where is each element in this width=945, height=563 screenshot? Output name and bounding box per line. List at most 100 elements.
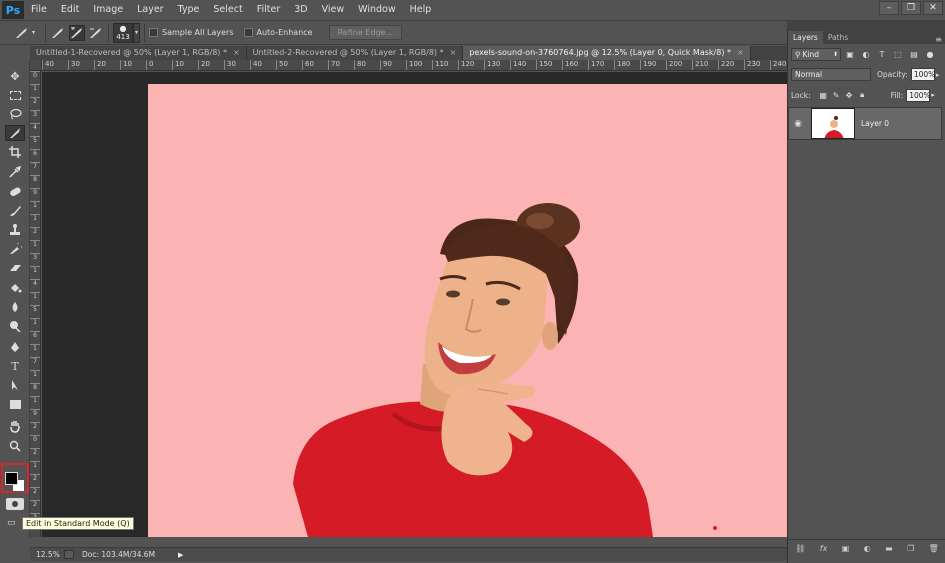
- opacity-input[interactable]: 100%: [910, 68, 935, 81]
- layer-name[interactable]: Layer 0: [861, 119, 889, 128]
- move-tool-icon[interactable]: ✥: [5, 68, 25, 84]
- ruler-tick-label: 1: [30, 396, 40, 404]
- sample-all-layers-checkbox[interactable]: Sample All Layers: [149, 28, 234, 37]
- add-to-selection-brush-icon[interactable]: [69, 24, 86, 41]
- brush-size-picker[interactable]: ● 413: [113, 22, 134, 43]
- healing-brush-tool-icon[interactable]: [5, 184, 25, 200]
- checkbox-box[interactable]: [243, 28, 253, 37]
- dodge-tool-icon[interactable]: [5, 318, 25, 334]
- adjustment-filter-icon[interactable]: ◐: [859, 48, 873, 60]
- pen-tool-icon[interactable]: [5, 339, 25, 355]
- panel-menu-icon[interactable]: ≡: [935, 35, 942, 44]
- ruler-tick-label: 1: [30, 344, 40, 352]
- brush-tool-icon[interactable]: [5, 203, 25, 219]
- vertical-ruler[interactable]: 01234567891121314151617181920212223: [30, 71, 41, 537]
- document-canvas[interactable]: [148, 84, 787, 537]
- foreground-color-swatch[interactable]: [5, 472, 18, 485]
- visibility-eye-icon[interactable]: ◉: [789, 119, 807, 129]
- ruler-tick-label: 9: [30, 409, 40, 417]
- fill-input[interactable]: 100%: [906, 88, 931, 102]
- fill-dropdown-icon[interactable]: ▸: [931, 91, 935, 99]
- horizontal-ruler[interactable]: 40 30 20 10 0 10 20 30 40 50 60 70 80 90 100 110 120 130 1…: [42, 60, 787, 71]
- subtract-from-selection-brush-icon[interactable]: [88, 25, 104, 41]
- new-group-icon[interactable]: ▬: [885, 544, 893, 553]
- tab-paths[interactable]: Paths: [823, 31, 853, 44]
- tab-pexels-image[interactable]: pexels-sound-on-3760764.jpg @ 12.5% (Lay…: [463, 46, 751, 60]
- kind-filter-select[interactable]: ⚲ Kind ⬍: [791, 47, 841, 61]
- quick-mask-mode-button[interactable]: [6, 498, 24, 510]
- zoom-tool-icon[interactable]: [5, 438, 25, 454]
- status-share-icon[interactable]: [64, 550, 74, 559]
- layer-thumbnail[interactable]: [811, 108, 855, 139]
- add-mask-icon[interactable]: ▣: [842, 544, 850, 553]
- zoom-level[interactable]: 12.5%: [30, 550, 62, 559]
- blend-mode-select[interactable]: Normal: [791, 68, 871, 81]
- menu-3d[interactable]: 3D: [287, 0, 314, 20]
- menu-filter[interactable]: Filter: [250, 0, 288, 20]
- blur-tool-icon[interactable]: [5, 299, 25, 315]
- tab-layers[interactable]: Layers: [788, 31, 823, 44]
- close-button[interactable]: ✕: [923, 1, 943, 15]
- canvas-area[interactable]: [42, 72, 787, 537]
- adjustment-layer-icon[interactable]: ◐: [864, 544, 871, 553]
- pixel-filter-icon[interactable]: ▣: [843, 48, 857, 60]
- checkbox-box[interactable]: [149, 28, 159, 37]
- opacity-dropdown-icon[interactable]: ▸: [936, 71, 940, 79]
- menu-help[interactable]: Help: [403, 0, 439, 20]
- new-selection-brush-icon[interactable]: [50, 25, 66, 41]
- clone-stamp-tool-icon[interactable]: [5, 222, 25, 238]
- close-tab-icon[interactable]: ×: [233, 48, 240, 57]
- link-layers-icon[interactable]: ⛓: [795, 544, 805, 553]
- type-tool-icon[interactable]: T: [5, 358, 25, 374]
- ruler-tick-label: 120: [458, 60, 474, 70]
- ruler-tick-label: 170: [588, 60, 604, 70]
- auto-enhance-checkbox[interactable]: Auto-Enhance: [243, 28, 313, 37]
- shape-filter-icon[interactable]: ⬚: [891, 48, 905, 60]
- menu-edit[interactable]: Edit: [54, 0, 86, 20]
- menu-window[interactable]: Window: [351, 0, 402, 20]
- layer-style-fx-icon[interactable]: fx: [820, 544, 828, 553]
- lasso-tool-icon[interactable]: [5, 106, 25, 122]
- new-layer-icon[interactable]: ❐: [907, 544, 914, 553]
- menu-file[interactable]: File: [24, 0, 54, 20]
- filter-toggle-icon[interactable]: ●: [923, 48, 937, 60]
- path-selection-tool-icon[interactable]: [5, 377, 25, 393]
- status-menu-arrow-icon[interactable]: ▶: [178, 551, 183, 559]
- tool-preset-icon[interactable]: [14, 25, 30, 41]
- restore-button[interactable]: ❐: [901, 1, 921, 15]
- close-tab-icon[interactable]: ×: [450, 48, 457, 57]
- lock-transparent-icon[interactable]: ▦: [817, 89, 830, 101]
- screen-mode-icon[interactable]: ▭: [7, 518, 21, 528]
- menu-type[interactable]: Type: [171, 0, 207, 20]
- tab-untitled-2[interactable]: Untitled-2-Recovered @ 50% (Layer 1, RGB…: [246, 46, 464, 60]
- marquee-tool-icon[interactable]: [5, 87, 25, 103]
- menu-view[interactable]: View: [315, 0, 352, 20]
- refine-edge-button[interactable]: Refine Edge...: [328, 25, 403, 40]
- type-filter-icon[interactable]: T: [875, 48, 889, 60]
- layers-panel: Layers Paths ≡ ⚲ Kind ⬍ ▣ ◐ T ⬚ ▤ ● Norm…: [787, 29, 945, 563]
- tab-untitled-1[interactable]: Untitled-1-Recovered @ 50% (Layer 1, RGB…: [30, 46, 247, 60]
- delete-layer-icon[interactable]: 🗑︎: [929, 544, 939, 553]
- layer-row[interactable]: ◉ Layer 0: [788, 107, 942, 140]
- eyedropper-tool-icon[interactable]: [5, 164, 25, 180]
- crop-tool-icon[interactable]: [5, 144, 25, 160]
- paint-bucket-tool-icon[interactable]: [5, 280, 25, 296]
- lock-position-icon[interactable]: ✥: [843, 89, 856, 101]
- blend-row: Normal Opacity: 100% ▸: [791, 67, 945, 82]
- lock-all-icon[interactable]: 🔒︎: [856, 89, 869, 101]
- close-tab-icon[interactable]: ×: [737, 48, 744, 57]
- lock-image-icon[interactable]: ✎: [830, 89, 843, 101]
- menu-image[interactable]: Image: [86, 0, 130, 20]
- menu-select[interactable]: Select: [206, 0, 249, 20]
- quick-selection-tool-icon[interactable]: [5, 125, 25, 141]
- smart-object-filter-icon[interactable]: ▤: [907, 48, 921, 60]
- brush-dropdown-icon[interactable]: ▾: [133, 22, 141, 43]
- menu-layer[interactable]: Layer: [130, 0, 171, 20]
- history-brush-tool-icon[interactable]: [5, 241, 25, 257]
- preset-dropdown-icon[interactable]: ▾: [32, 29, 35, 36]
- hand-tool-icon[interactable]: [5, 418, 25, 434]
- eraser-tool-icon[interactable]: [5, 260, 25, 276]
- ruler-origin[interactable]: [30, 60, 42, 71]
- rectangle-tool-icon[interactable]: [5, 396, 25, 412]
- minimize-button[interactable]: –: [879, 1, 899, 15]
